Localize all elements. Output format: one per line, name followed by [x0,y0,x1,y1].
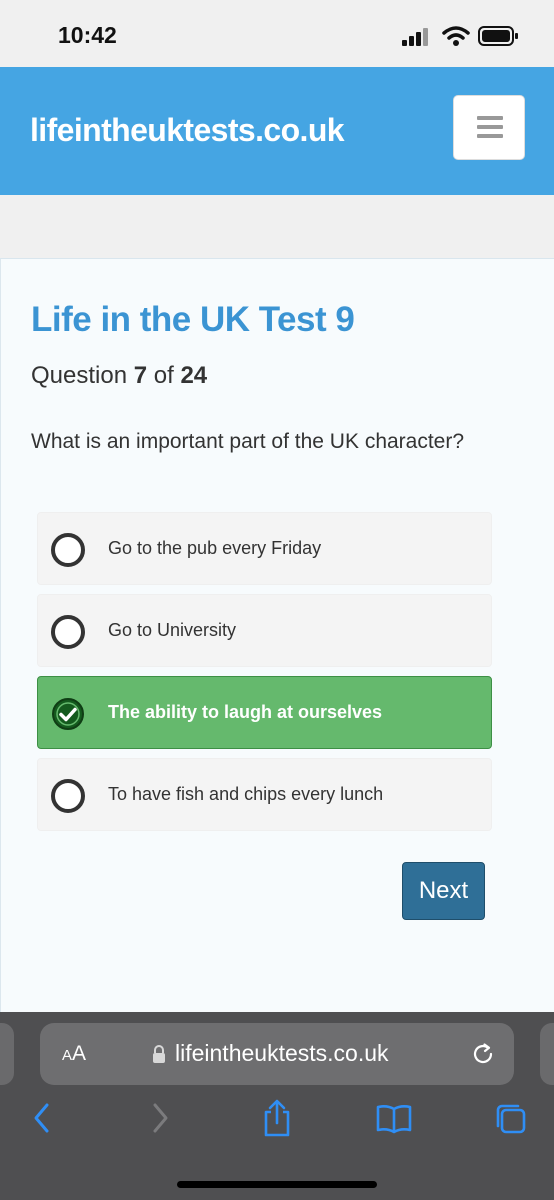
site-logo[interactable]: lifeintheuktests.co.uk [30,112,345,149]
home-indicator [177,1181,377,1188]
answer-option-3[interactable]: The ability to laugh at ourselves [37,676,492,749]
bookmarks-icon[interactable] [376,1104,412,1134]
answer-option-2[interactable]: Go to University [37,594,492,667]
radio-button[interactable] [51,779,85,813]
answer-option-4[interactable]: To have fish and chips every lunch [37,758,492,831]
question-text: What is an important part of the UK char… [31,430,465,453]
answer-option-1[interactable]: Go to the pub every Friday [37,512,492,585]
answer-label: Go to the pub every Friday [108,538,322,558]
status-bar: 10:42 [0,0,554,67]
reader-options-button[interactable]: AA [62,1042,86,1066]
answer-label: The ability to laugh at ourselves [108,702,383,722]
address-bar[interactable]: AA lifeintheuktests.co.uk [40,1023,514,1085]
next-button[interactable]: Next [402,862,485,920]
previous-tab-preview[interactable] [0,1023,14,1085]
forward-icon[interactable] [150,1102,170,1134]
menu-button[interactable] [453,95,525,160]
answer-label: To have fish and chips every lunch [108,784,384,804]
status-time: 10:42 [58,22,117,48]
menu-icon [477,116,503,120]
next-tab-preview[interactable] [540,1023,554,1085]
question-counter: Question 7 of 24 [31,362,208,389]
tabs-icon[interactable] [494,1102,528,1136]
back-icon[interactable] [32,1102,52,1134]
battery-icon [478,26,518,46]
radio-button[interactable] [51,533,85,567]
signal-icon [402,28,428,46]
lock-icon [153,1045,165,1063]
check-icon[interactable] [51,697,85,731]
url-text[interactable]: lifeintheuktests.co.uk [175,1040,389,1067]
site-header: lifeintheuktests.co.uk [0,67,554,195]
wifi-icon [442,26,470,46]
answer-label: Go to University [108,620,237,640]
browser-toolbar: AA lifeintheuktests.co.uk [0,1012,554,1200]
radio-button[interactable] [51,615,85,649]
page-title: Life in the UK Test 9 [31,300,355,339]
share-icon[interactable] [260,1098,294,1138]
reload-icon[interactable] [470,1041,496,1067]
